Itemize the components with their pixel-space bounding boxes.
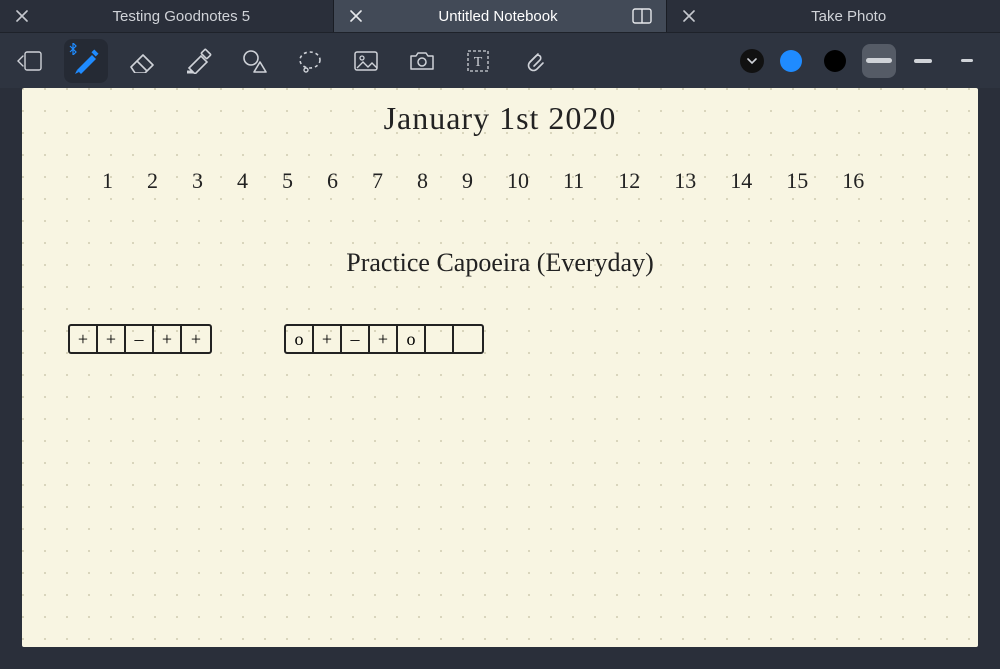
number-cell: 4 (237, 168, 248, 194)
track-cell: – (126, 326, 154, 352)
number-cell: 2 (147, 168, 158, 194)
shape-tool[interactable] (232, 39, 276, 83)
number-cell: 8 (417, 168, 428, 194)
color-dot-icon (780, 50, 802, 72)
tab-label: Take Photo (711, 8, 986, 25)
highlighter-tool[interactable] (176, 39, 220, 83)
eraser-tool[interactable] (120, 39, 164, 83)
tab-label: Testing Goodnotes 5 (44, 8, 319, 25)
habit-track-1: ++–++ (68, 324, 212, 354)
svg-text:T: T (474, 55, 483, 70)
track-cell: + (182, 326, 210, 352)
color-swatch-blue[interactable] (774, 44, 808, 78)
page-viewport: January 1st 2020 12345678910111213141516… (0, 88, 1000, 669)
image-tool[interactable] (344, 39, 388, 83)
track-cell: + (314, 326, 342, 352)
pen-tool[interactable] (64, 39, 108, 83)
track-cell: o (398, 326, 426, 352)
attachment-tool[interactable] (512, 39, 556, 83)
track-cell: + (370, 326, 398, 352)
page-nav-button[interactable] (8, 39, 52, 83)
tab-bar: Testing Goodnotes 5 Untitled Notebook Ta… (0, 0, 1000, 32)
number-cell: 7 (372, 168, 383, 194)
style-dropdown[interactable] (740, 49, 764, 73)
close-tab-icon[interactable] (681, 8, 697, 24)
number-cell: 1 (102, 168, 113, 194)
track-cell: – (342, 326, 370, 352)
stroke-width-small[interactable] (950, 44, 984, 78)
split-view-icon[interactable] (632, 6, 652, 26)
tab-testing-goodnotes[interactable]: Testing Goodnotes 5 (0, 0, 333, 32)
bluetooth-icon (68, 43, 78, 55)
tab-untitled-notebook[interactable]: Untitled Notebook (333, 0, 667, 32)
number-row: 12345678910111213141516 (102, 168, 938, 194)
number-cell: 10 (507, 168, 529, 194)
track-cell (426, 326, 454, 352)
number-cell: 5 (282, 168, 293, 194)
track-cell: + (98, 326, 126, 352)
track-cell: + (70, 326, 98, 352)
number-cell: 12 (618, 168, 640, 194)
number-cell: 16 (842, 168, 864, 194)
toolbar: T (0, 32, 1000, 88)
track-cell (454, 326, 482, 352)
style-group (740, 44, 992, 78)
note-title: January 1st 2020 (384, 100, 617, 137)
color-swatch-black[interactable] (818, 44, 852, 78)
track-cell: o (286, 326, 314, 352)
lasso-tool[interactable] (288, 39, 332, 83)
number-cell: 15 (786, 168, 808, 194)
camera-tool[interactable] (400, 39, 444, 83)
stroke-width-medium[interactable] (906, 44, 940, 78)
number-cell: 11 (563, 168, 584, 194)
note-subhead: Practice Capoeira (Everyday) (346, 248, 654, 278)
number-cell: 14 (730, 168, 752, 194)
tab-label: Untitled Notebook (378, 8, 619, 25)
number-cell: 6 (327, 168, 338, 194)
text-tool[interactable]: T (456, 39, 500, 83)
number-cell: 13 (674, 168, 696, 194)
tab-take-photo[interactable]: Take Photo (666, 0, 1000, 32)
note-page[interactable]: January 1st 2020 12345678910111213141516… (22, 88, 978, 647)
habit-track-2: o+–+o (284, 324, 484, 354)
stroke-width-large[interactable] (862, 44, 896, 78)
number-cell: 9 (462, 168, 473, 194)
color-dot-icon (824, 50, 846, 72)
close-tab-icon[interactable] (348, 8, 364, 24)
track-cell: + (154, 326, 182, 352)
number-cell: 3 (192, 168, 203, 194)
close-tab-icon[interactable] (14, 8, 30, 24)
habit-tracks: ++–++ o+–+o (68, 324, 484, 354)
